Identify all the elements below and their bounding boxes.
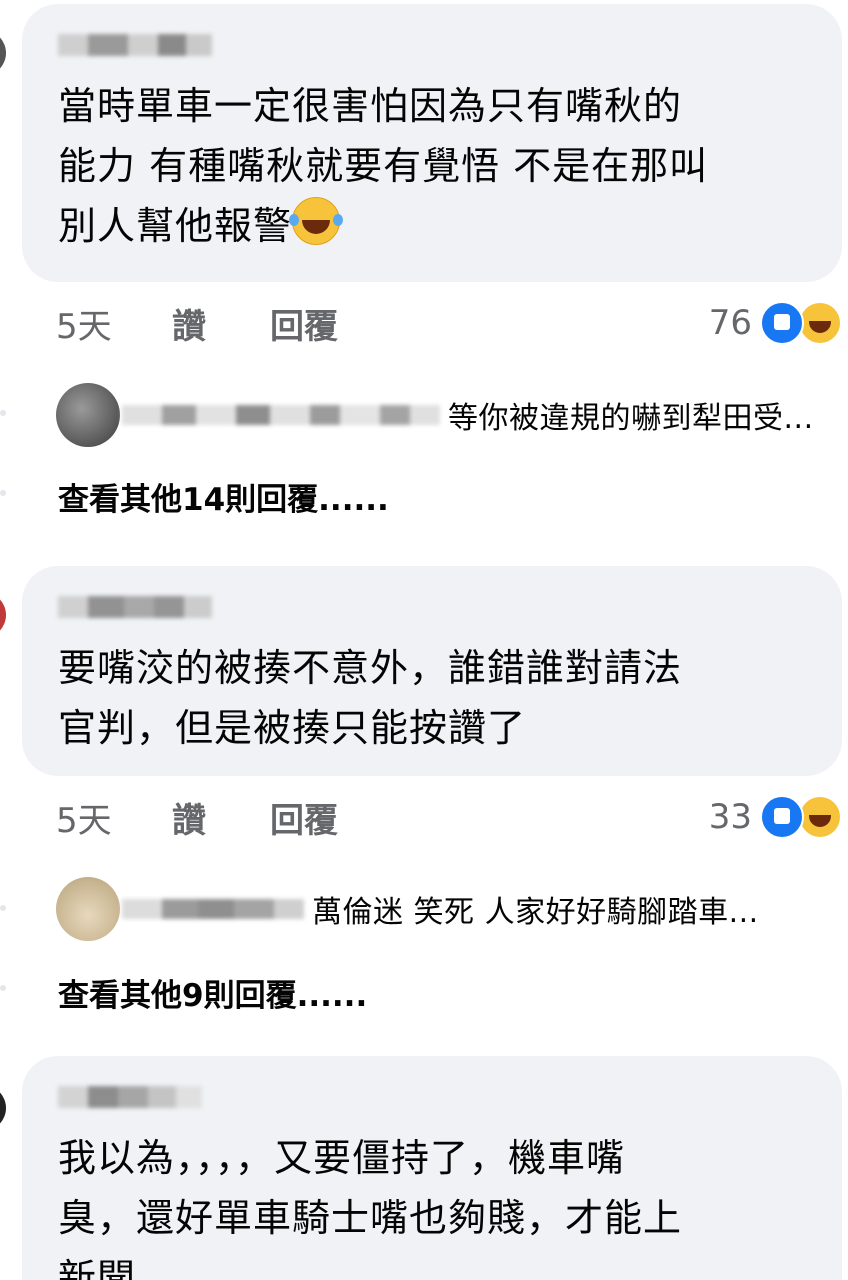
comment-text: 要嘴洨的被揍不意外，誰錯誰對請法 官判，但是被揍只能按讚了: [58, 646, 683, 750]
view-more-replies-link[interactable]: 查看其他9則回覆......: [58, 970, 367, 1015]
like-button[interactable]: 讚: [172, 793, 270, 842]
like-reaction-icon: [760, 795, 804, 839]
commenter-avatar[interactable]: [0, 592, 6, 638]
comment-timestamp[interactable]: 5天: [56, 793, 172, 842]
haha-reaction-icon: [798, 795, 842, 839]
reply-button[interactable]: 回覆: [270, 793, 338, 842]
comment-actions: 5天 讚 回覆 76: [56, 298, 842, 348]
reply-button[interactable]: 回覆: [270, 299, 338, 348]
thread-line-dot: [0, 410, 6, 416]
reply-preview[interactable]: 萬倫迷 笑死 人家好好騎腳踏車...: [56, 874, 842, 944]
commenter-avatar[interactable]: [0, 30, 6, 76]
reply-preview-text: 萬倫迷 笑死 人家好好騎腳踏車...: [312, 895, 759, 930]
reply-preview[interactable]: 等你被違規的嚇到犁田受...: [56, 380, 842, 450]
like-reaction-icon: [760, 301, 804, 345]
comment-timestamp[interactable]: 5天: [56, 299, 172, 348]
thread-line-dot: [0, 905, 6, 911]
comment-bubble: 我以為，，，，又要僵持了，機車嘴 臭，還好單車騎士嘴也夠賤，才能上 新聞: [22, 1056, 842, 1280]
reply-preview-text: 等你被違規的嚇到犁田受...: [448, 401, 814, 436]
reply-author-blurred[interactable]: [122, 889, 304, 929]
comment-bubble: 要嘴洨的被揍不意外，誰錯誰對請法 官判，但是被揍只能按讚了: [22, 566, 842, 776]
comments-feed: 當時單車一定很害怕因為只有嘴秋的 能力 有種嘴秋就要有覺悟 不是在那叫 別人幫他…: [0, 0, 848, 1280]
reaction-summary[interactable]: 76: [709, 298, 842, 348]
comment-text: 當時單車一定很害怕因為只有嘴秋的 能力 有種嘴秋就要有覺悟 不是在那叫 別人幫他…: [58, 84, 709, 248]
thread-line-dot: [0, 985, 6, 991]
reply-avatar[interactable]: [56, 877, 120, 941]
comment-bubble: 當時單車一定很害怕因為只有嘴秋的 能力 有種嘴秋就要有覺悟 不是在那叫 別人幫他…: [22, 4, 842, 282]
author-name-blurred[interactable]: [58, 584, 812, 630]
commenter-avatar[interactable]: [0, 1085, 6, 1131]
reply-avatar[interactable]: [56, 383, 120, 447]
view-more-replies-link[interactable]: 查看其他14則回覆......: [58, 474, 389, 519]
reaction-count: 76: [708, 303, 752, 343]
haha-reaction-icon: [798, 301, 842, 345]
reaction-count: 33: [708, 797, 752, 837]
comment-actions: 5天 讚 回覆 33: [56, 792, 842, 842]
laughing-tears-emoji-icon: [289, 197, 341, 245]
author-name-blurred[interactable]: [58, 22, 812, 68]
author-name-blurred[interactable]: [58, 1074, 812, 1120]
like-button[interactable]: 讚: [172, 299, 270, 348]
reply-author-blurred[interactable]: [122, 395, 440, 435]
thread-line-dot: [0, 490, 6, 496]
comment-text: 我以為，，，，又要僵持了，機車嘴 臭，還好單車騎士嘴也夠賤，才能上 新聞: [58, 1136, 683, 1280]
reaction-summary[interactable]: 33: [709, 792, 842, 842]
